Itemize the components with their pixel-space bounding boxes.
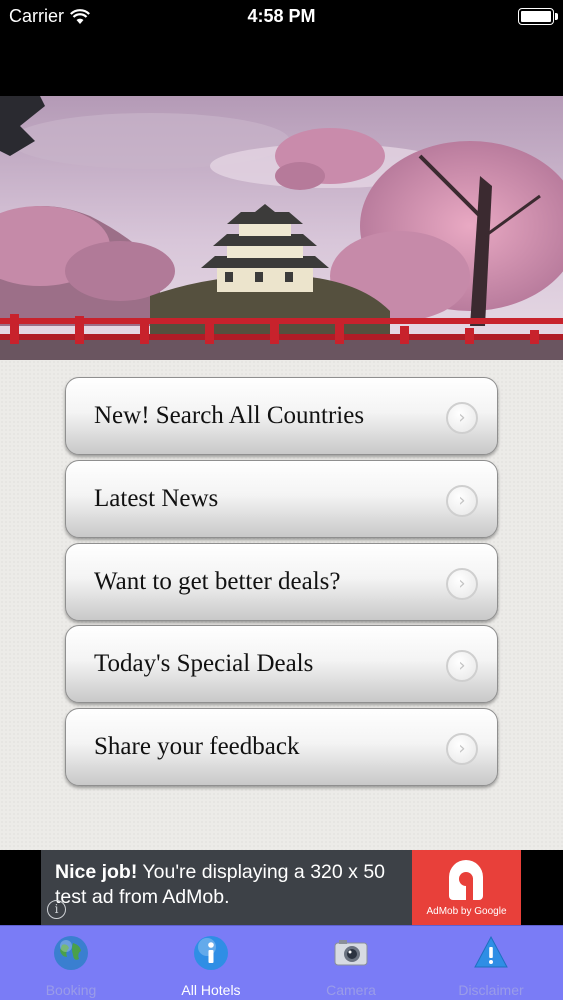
info-icon[interactable]: i (47, 900, 66, 919)
tab-label: Disclaimer (458, 982, 524, 998)
menu-item-better-deals[interactable]: Want to get better deals? › (65, 543, 498, 621)
menu-item-latest-news[interactable]: Latest News › (65, 460, 498, 538)
menu-item-label: Latest News (94, 485, 219, 512)
battery-icon (518, 8, 558, 25)
japanese-castle-cherry-blossom-photo (0, 96, 563, 360)
menu-item-share-feedback[interactable]: Share your feedback › (65, 708, 498, 786)
chevron-right-icon: › (446, 733, 478, 765)
status-time: 4:58 PM (247, 6, 316, 26)
tab-all-hotels[interactable]: All Hotels (141, 926, 281, 1000)
status-bar: Carrier 4:58 PM (0, 0, 563, 96)
menu-item-label: Today's Special Deals (94, 650, 314, 677)
info-icon (194, 936, 228, 970)
menu-item-label: Share your feedback (94, 733, 300, 760)
ad-logo-caption: AdMob by Google (426, 906, 507, 917)
menu-item-label: New! Search All Countries (94, 402, 365, 429)
camera-icon (334, 940, 368, 966)
tab-booking[interactable]: Booking (1, 926, 141, 1000)
menu-area: New! Search All Countries › Latest News … (0, 360, 563, 850)
chevron-right-icon: › (446, 568, 478, 600)
globe-icon (54, 936, 88, 970)
chevron-right-icon: › (446, 650, 478, 682)
tab-disclaimer[interactable]: Disclaimer (421, 926, 561, 1000)
tab-label: Booking (45, 982, 97, 998)
ad-headline: Nice job! (55, 861, 138, 883)
admob-icon (449, 860, 483, 900)
tab-camera[interactable]: Camera (281, 926, 421, 1000)
tab-label: Camera (326, 982, 376, 998)
menu-item-search-all-countries[interactable]: New! Search All Countries › (65, 377, 498, 455)
chevron-right-icon: › (446, 485, 478, 517)
tab-label: All Hotels (181, 982, 241, 998)
chevron-right-icon: › (446, 402, 478, 434)
warning-icon (474, 935, 508, 968)
admob-logo: AdMob by Google (412, 850, 521, 925)
hero-image (0, 96, 563, 360)
menu-item-special-deals[interactable]: Today's Special Deals › (65, 625, 498, 703)
ad-text: Nice job! You're displaying a 320 x 50 t… (55, 860, 415, 910)
tab-bar: Booking All Hotels Camera Disclaimer (0, 925, 563, 1000)
admob-test-ad[interactable]: Nice job! You're displaying a 320 x 50 t… (41, 850, 521, 925)
menu-item-label: Want to get better deals? (94, 568, 341, 595)
